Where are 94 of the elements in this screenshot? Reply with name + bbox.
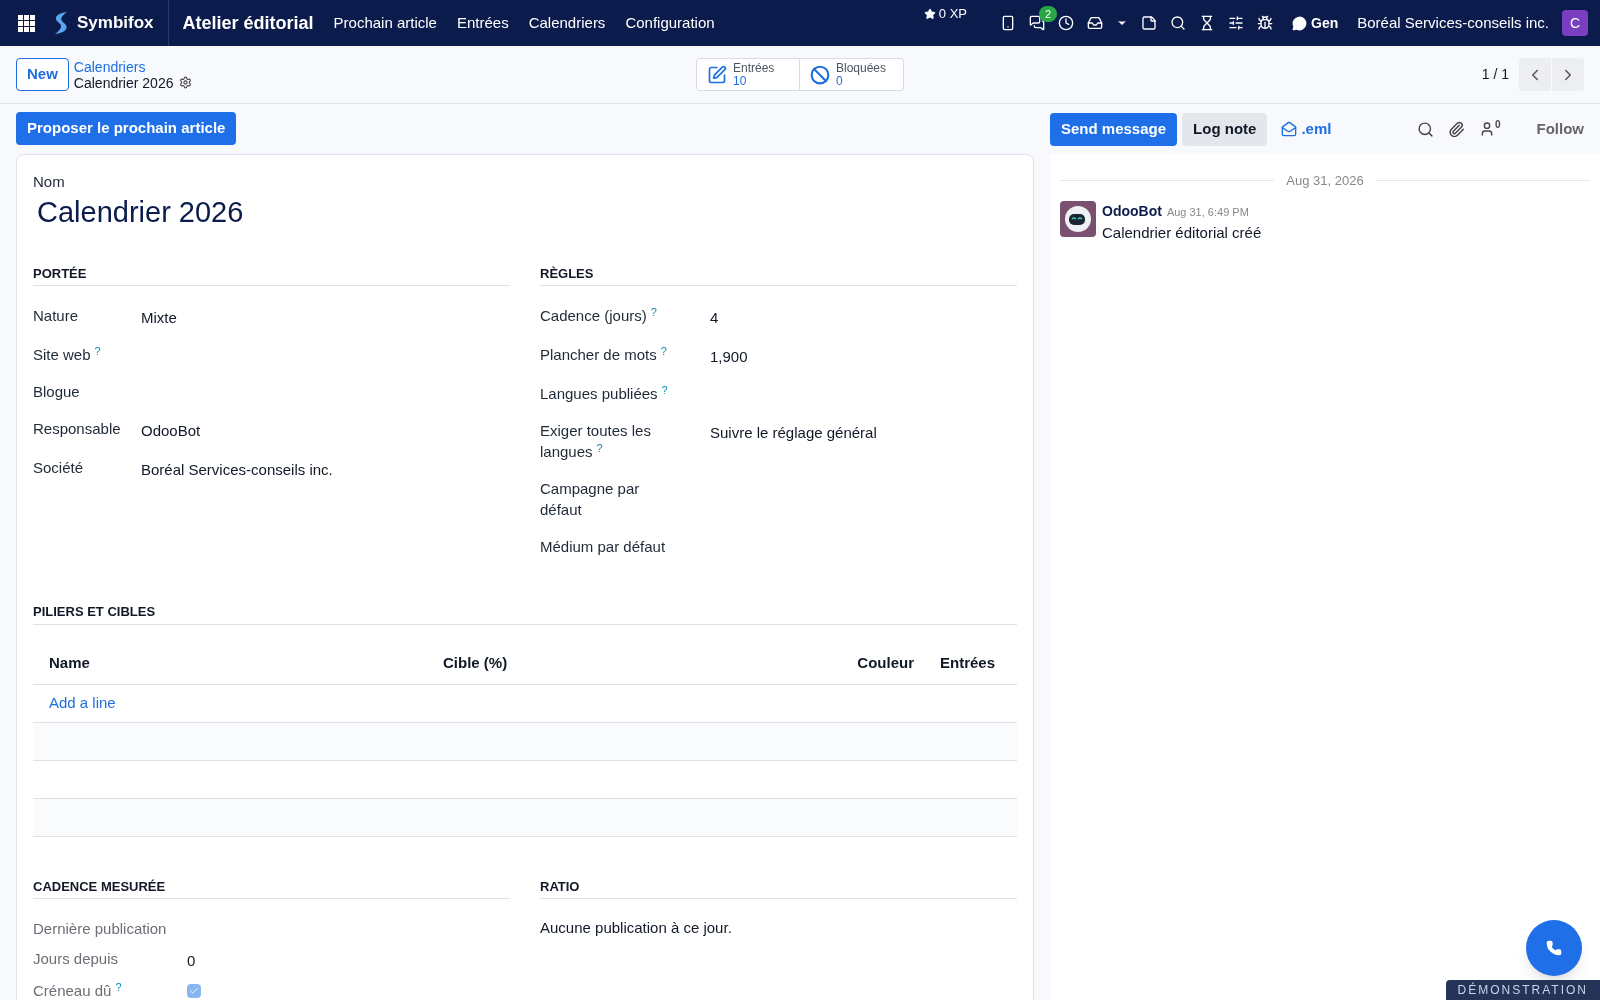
apps-menu-icon[interactable] <box>18 14 35 32</box>
section-title: PORTÉE <box>33 263 510 286</box>
add-line-link[interactable]: Add a line <box>33 691 116 715</box>
check-icon <box>189 986 199 996</box>
message-author[interactable]: OdooBot <box>1102 200 1162 222</box>
field-label: Cadence (jours) $^{?}$ <box>540 305 658 326</box>
help-mark[interactable]: ? <box>660 344 667 357</box>
help-mark[interactable]: ? <box>661 383 668 396</box>
column-header[interactable]: Cible (%) <box>443 651 833 675</box>
message-time: Aug 31, 6:49 PM <box>1166 204 1249 220</box>
field-label: Langues publiées $^{?}$ <box>540 383 669 404</box>
inbox-icon[interactable] <box>1087 15 1103 31</box>
search-icon[interactable] <box>1170 15 1186 31</box>
field-label: Jours depuis <box>33 949 120 969</box>
follow-button[interactable]: Follow <box>1536 117 1584 141</box>
record-name[interactable]: Calendrier 2026 <box>37 193 1017 230</box>
sliders-icon[interactable] <box>1228 15 1244 31</box>
help-mark[interactable]: ? <box>94 344 101 357</box>
smart-button[interactable]: Bloquées 0 <box>800 58 904 91</box>
column-header[interactable]: Couleur <box>833 651 914 675</box>
smart-button[interactable]: Entrées 10 <box>696 58 800 91</box>
smart-button-value: 0 <box>836 74 843 88</box>
help-mark[interactable]: ? <box>115 980 122 993</box>
field-value: 0 <box>187 951 196 971</box>
settings-icon[interactable] <box>179 76 193 89</box>
section-title: RATIO <box>540 876 1017 899</box>
edit-icon <box>707 64 727 85</box>
chat-icon[interactable] <box>1029 15 1045 31</box>
menu-item[interactable]: Entrées <box>456 11 509 35</box>
breadcrumb-link[interactable]: Calendriers <box>73 58 193 75</box>
field-label: Nom <box>33 172 66 192</box>
column-header[interactable]: Name <box>33 651 443 675</box>
bot-avatar-icon <box>1060 200 1096 237</box>
chat-label[interactable]: Gen <box>1311 12 1339 34</box>
phone-icon <box>1546 940 1562 956</box>
field-value: Mixte <box>141 308 177 328</box>
field-value: Boréal Services-conseils inc. <box>141 460 333 480</box>
bug-icon[interactable] <box>1257 15 1273 31</box>
eml-link[interactable]: .eml <box>1301 117 1332 141</box>
menu-item[interactable]: Configuration <box>625 11 715 35</box>
field-label: Blogue <box>33 382 81 402</box>
propose-article-button[interactable]: Proposer le prochain article <box>16 112 237 145</box>
paperclip-icon[interactable] <box>1447 120 1465 138</box>
hourglass-icon[interactable] <box>1199 15 1215 31</box>
field-label: Créneau dû $^{?}$ <box>33 980 123 1000</box>
note-icon[interactable] <box>1141 15 1157 31</box>
chat-bubble-icon <box>1292 15 1307 31</box>
field-label: Site web $^{?}$ <box>33 344 102 365</box>
field-label: Exiger toutes les langues $^{?}$ <box>540 421 652 462</box>
mail-icon <box>1281 121 1298 137</box>
blocked-icon <box>810 64 830 85</box>
field-label: Nature <box>33 306 80 326</box>
field-label: Plancher de mots $^{?}$ <box>540 344 668 365</box>
smart-button-label: Bloquées <box>836 61 887 75</box>
send-message-button[interactable]: Send message <box>1050 112 1178 146</box>
field-label: Dernière publication <box>33 919 168 939</box>
log-note-button[interactable]: Log note <box>1182 112 1268 146</box>
section-title: RÈGLES <box>540 263 1017 286</box>
section-title: PILIERS ET CIBLES <box>33 602 1017 625</box>
demo-ribbon: DÉMONSTRATION <box>1445 980 1600 1000</box>
field-label: Responsable <box>33 419 122 439</box>
field-value: 4 <box>710 308 719 328</box>
menu-item[interactable]: Prochain article <box>333 11 437 35</box>
clock-icon[interactable] <box>1058 15 1074 31</box>
help-mark[interactable]: ? <box>596 441 603 454</box>
call-button[interactable] <box>1526 920 1582 976</box>
ratio-text: Aucune publication à ce jour. <box>540 918 733 938</box>
field-value: Suivre le réglage général <box>710 423 877 443</box>
field-label: Campagne par défaut <box>540 479 641 520</box>
user-avatar[interactable]: C <box>1562 10 1588 36</box>
xp-counter[interactable]: 0 XP <box>938 4 967 24</box>
column-header[interactable]: Entrées <box>940 651 996 675</box>
message-body: Calendrier éditorial créé <box>1102 222 1262 243</box>
field-value: OdooBot <box>141 421 201 441</box>
search-icon[interactable] <box>1416 120 1434 138</box>
field-label: Médium par défaut <box>540 537 667 557</box>
new-button[interactable]: New <box>16 58 69 91</box>
followers-count: 0 <box>1494 118 1501 132</box>
module-title[interactable]: Atelier éditorial <box>182 9 314 37</box>
notification-badge: 2 <box>1039 6 1058 22</box>
company-name[interactable]: Boréal Services-conseils inc. <box>1357 11 1549 35</box>
field-value: 1,900 <box>710 347 748 367</box>
star-icon <box>923 8 936 20</box>
pager: 1 / 1 <box>1481 65 1509 84</box>
section-title: CADENCE MESURÉE <box>33 876 510 899</box>
smart-button-label: Entrées <box>733 61 775 75</box>
record-title: Calendrier 2026 <box>73 74 174 91</box>
field-label: Société <box>33 458 85 478</box>
help-mark[interactable]: ? <box>650 305 657 318</box>
phone-icon[interactable] <box>1000 15 1016 31</box>
date-separator: Aug 31, 2026 <box>1286 172 1364 190</box>
menu-item[interactable]: Calendriers <box>528 11 606 35</box>
checkbox[interactable] <box>187 984 201 998</box>
smart-button-value: 10 <box>733 74 748 88</box>
